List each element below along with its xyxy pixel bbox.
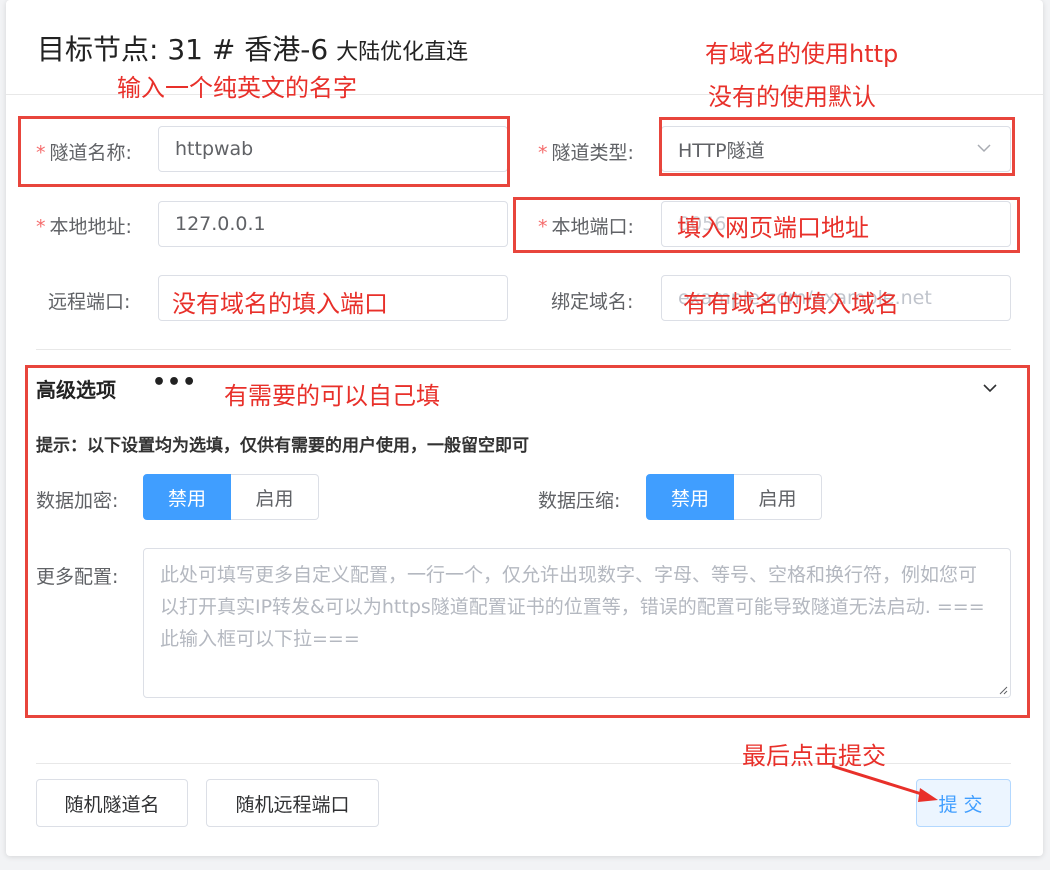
random-port-button[interactable]: 随机远程端口 bbox=[206, 779, 379, 827]
local-addr-input[interactable]: 127.0.0.1 bbox=[158, 201, 508, 247]
local-addr-label: * 本地地址: bbox=[36, 216, 132, 238]
node-title: 目标节点: 31 # 香港-6 bbox=[37, 33, 329, 66]
random-name-button[interactable]: 随机隧道名 bbox=[36, 779, 188, 827]
remote-port-label: 远程端口: bbox=[48, 291, 131, 313]
annotation-box-advanced bbox=[25, 365, 1030, 718]
annotation-box-type bbox=[659, 117, 1015, 176]
node-subtitle: 大陆优化直连 bbox=[336, 40, 469, 65]
advanced-divider bbox=[36, 349, 1011, 350]
tunnel-type-label: * 隧道类型: bbox=[538, 142, 634, 164]
annotation-remote-note: 没有域名的填入端口 bbox=[172, 290, 388, 318]
domain-label: 绑定域名: bbox=[551, 291, 634, 313]
annotation-type-note-1: 有域名的使用http bbox=[705, 40, 899, 68]
annotation-box-name bbox=[18, 116, 510, 187]
page-title: 目标节点: 31 # 香港-6 大陆优化直连 bbox=[37, 28, 468, 68]
annotation-name-note: 输入一个纯英文的名字 bbox=[117, 74, 357, 102]
annotation-advanced-note: 有需要的可以自己填 bbox=[224, 382, 440, 410]
annotation-port-note: 填入网页端口地址 bbox=[677, 214, 869, 242]
annotation-arrow-icon bbox=[831, 764, 938, 802]
annotation-type-note-2: 没有的使用默认 bbox=[708, 83, 876, 111]
annotation-domain-note: 有有域名的填入域名 bbox=[683, 290, 899, 318]
